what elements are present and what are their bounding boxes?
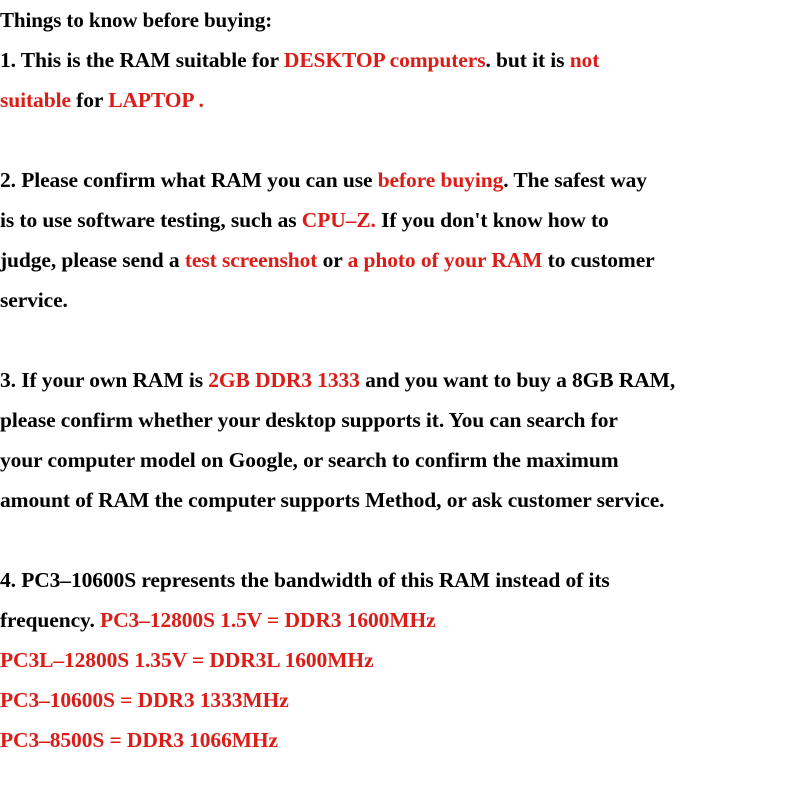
notice-line: PC3L–12800S 1.35V = DDR3L 1600MHz	[0, 640, 800, 680]
highlighted-text: a photo of your RAM	[347, 248, 543, 272]
highlighted-text: 2GB DDR3 1333	[208, 368, 360, 392]
notice-line: PC3–8500S = DDR3 1066MHz	[0, 720, 800, 760]
body-text: . but it is	[485, 48, 570, 72]
body-text: or	[317, 248, 348, 272]
notice-line: amount of RAM the computer supports Meth…	[0, 480, 800, 520]
highlighted-text: PC3–12800S 1.5V = DDR3 1600MHz	[100, 608, 436, 632]
body-text: your computer model on Google, or search…	[0, 448, 619, 472]
body-text: service.	[0, 288, 68, 312]
buying-notice-document: Things to know before buying: 1. This is …	[0, 0, 800, 760]
highlighted-text: CPU–Z.	[301, 208, 376, 232]
notice-line: judge, please send a test screenshot or …	[0, 240, 800, 280]
highlighted-text: PC3L–12800S 1.35V = DDR3L 1600MHz	[0, 648, 374, 672]
body-text: 1. This is the RAM suitable for	[0, 48, 284, 72]
notice-line: 3. If your own RAM is 2GB DDR3 1333 and …	[0, 360, 800, 400]
highlighted-text: PC3–8500S = DDR3 1066MHz	[0, 728, 278, 752]
body-text: frequency.	[0, 608, 101, 632]
page-title: Things to know before buying:	[0, 0, 800, 40]
body-text: If you don't know how to	[375, 208, 609, 232]
body-text: 4. PC3–10600S represents the bandwidth o…	[0, 568, 610, 592]
highlighted-text: before buying	[377, 168, 504, 192]
body-text: please confirm whether your desktop supp…	[0, 408, 618, 432]
notice-line: suitable for LAPTOP .	[0, 80, 800, 120]
body-text: . The safest way	[503, 168, 647, 192]
notice-line: service.	[0, 280, 800, 320]
notice-line: 2. Please confirm what RAM you can use b…	[0, 160, 800, 200]
highlighted-text: LAPTOP .	[108, 88, 204, 112]
body-text: judge, please send a	[0, 248, 185, 272]
highlighted-text: not	[569, 48, 600, 72]
notice-line: frequency. PC3–12800S 1.5V = DDR3 1600MH…	[0, 600, 800, 640]
highlighted-text: DESKTOP computers	[283, 48, 486, 72]
highlighted-text: PC3–10600S = DDR3 1333MHz	[0, 688, 289, 712]
body-text: is to use software testing, such as	[0, 208, 302, 232]
notice-line: 4. PC3–10600S represents the bandwidth o…	[0, 560, 800, 600]
body-text: and you want to buy a 8GB RAM,	[359, 368, 676, 392]
notice-line: is to use software testing, such as CPU–…	[0, 200, 800, 240]
highlighted-text: suitable	[0, 88, 71, 112]
body-text: 3. If your own RAM is	[0, 368, 209, 392]
highlighted-text: test screenshot	[184, 248, 318, 272]
body-text: for	[70, 88, 109, 112]
body-text: 2. Please confirm what RAM you can use	[0, 168, 378, 192]
body-text: to customer	[542, 248, 655, 272]
notice-line: 1. This is the RAM suitable for DESKTOP …	[0, 40, 800, 80]
body-text: amount of RAM the computer supports Meth…	[0, 488, 665, 512]
notice-line: your computer model on Google, or search…	[0, 440, 800, 480]
notice-line: please confirm whether your desktop supp…	[0, 400, 800, 440]
body-text: Things to know before buying:	[0, 8, 273, 32]
notice-line: PC3–10600S = DDR3 1333MHz	[0, 680, 800, 720]
